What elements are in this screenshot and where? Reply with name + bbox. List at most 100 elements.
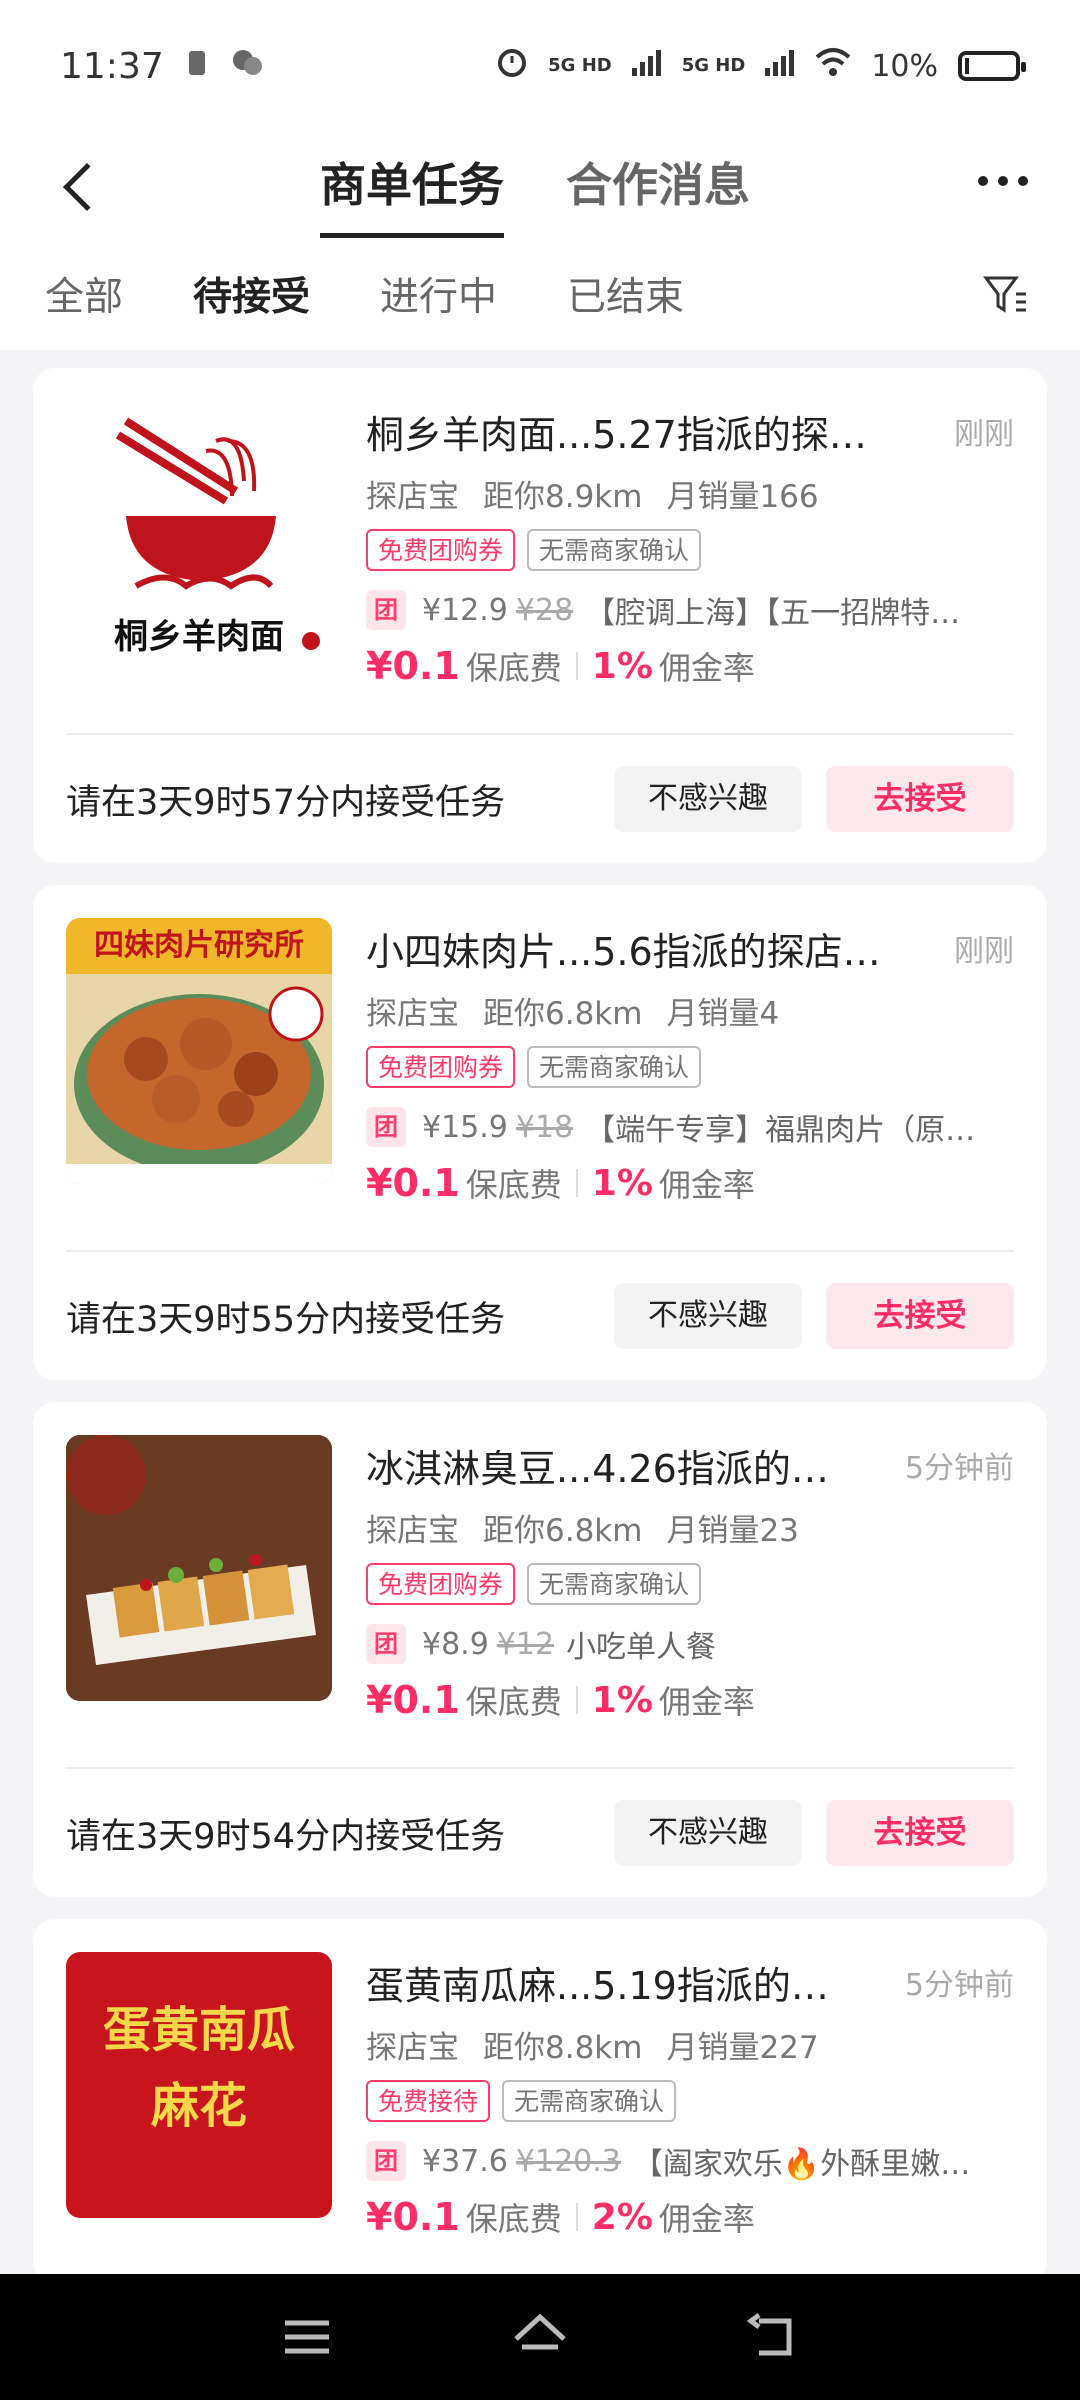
meat-bowl-image	[66, 974, 332, 1184]
source: 探店宝	[366, 1513, 459, 1549]
source: 探店宝	[366, 479, 459, 515]
group-buy-badge: 团	[366, 1624, 406, 1664]
monthly-sales: 月销量166	[666, 479, 819, 515]
store-thumbnail: 桐乡羊肉面	[66, 401, 332, 667]
original-price: ¥120.3	[515, 2143, 621, 2179]
posted-time: 5分钟前	[904, 1451, 1014, 1486]
original-price: ¥12	[496, 1626, 555, 1662]
commission-rate: 1%	[591, 645, 653, 687]
base-fee: ¥0.1	[366, 2195, 460, 2239]
thumb-label: 四妹肉片研究所	[66, 918, 332, 974]
task-card[interactable]: 冰淇淋臭豆...4.26指派的… 5分钟前 探店宝 距你6.8km 月销量23 …	[33, 1402, 1047, 1897]
commission-rate: 1%	[591, 1679, 653, 1721]
distance: 距你6.8km	[483, 996, 643, 1032]
base-fee: ¥0.1	[366, 1161, 460, 1205]
task-title: 蛋黄南瓜麻...5.19指派的…	[366, 1963, 829, 2008]
distance: 距你8.8km	[483, 2030, 643, 2066]
battery-small-icon	[186, 46, 208, 87]
tag-free-voucher: 免费团购券	[366, 529, 516, 571]
wechat-icon	[230, 46, 264, 87]
wifi-icon	[815, 47, 851, 85]
commission-label: 佣金率	[658, 2200, 755, 2238]
deal-price: ¥15.9	[422, 1109, 508, 1145]
distance: 距你6.8km	[483, 1513, 643, 1549]
monthly-sales: 月销量23	[666, 1513, 799, 1549]
original-price: ¥28	[515, 592, 574, 628]
task-card[interactable]: 桐乡羊肉面 桐乡羊肉面...5.27指派的探… 刚刚 探店宝 距你8.9km 月…	[33, 368, 1047, 863]
task-title: 冰淇淋臭豆...4.26指派的…	[366, 1446, 829, 1491]
accept-deadline: 请在3天9时57分内接受任务	[66, 782, 506, 823]
commission-label: 佣金率	[658, 1683, 755, 1721]
top-area: 11:37 5G HD 5G HD 10% 商单任务 合作消息 全部 待接受 进…	[0, 0, 1080, 350]
chevron-left-icon	[62, 162, 112, 212]
deal-price: ¥12.9	[422, 592, 508, 628]
more-button[interactable]	[978, 176, 1028, 186]
stinky-tofu-image	[66, 1435, 332, 1701]
task-list: 桐乡羊肉面 桐乡羊肉面...5.27指派的探… 刚刚 探店宝 距你8.9km 月…	[0, 350, 1080, 2284]
tab-business-tasks[interactable]: 商单任务	[320, 132, 504, 238]
thumb-label: 蛋黄南瓜麻花	[102, 2002, 295, 2134]
accept-button[interactable]: 去接受	[826, 766, 1014, 832]
task-title: 桐乡羊肉面...5.27指派的探…	[366, 412, 867, 457]
tag-no-confirm: 无需商家确认	[527, 1563, 702, 1605]
menu-icon[interactable]	[277, 2307, 337, 2367]
main-tabs: 商单任务 合作消息	[320, 132, 750, 238]
tag-no-confirm: 无需商家确认	[527, 529, 702, 571]
tag-no-confirm: 无需商家确认	[502, 2080, 677, 2122]
battery-icon	[958, 51, 1026, 81]
base-fee-label: 保底费	[465, 1166, 562, 1204]
base-fee-label: 保底费	[465, 2200, 562, 2238]
group-buy-badge: 团	[366, 590, 406, 630]
not-interested-button[interactable]: 不感兴趣	[614, 1283, 802, 1349]
deal-description: 小吃单人餐	[566, 1630, 717, 1665]
task-card[interactable]: 蛋黄南瓜麻花 蛋黄南瓜麻...5.19指派的… 5分钟前 探店宝 距你8.8km…	[33, 1919, 1047, 2284]
filter-icon[interactable]	[982, 272, 1028, 318]
signal-bars-icon	[765, 49, 795, 84]
filter-tab-pending[interactable]: 待接受	[193, 266, 310, 322]
monthly-sales: 月销量227	[666, 2030, 819, 2066]
not-interested-button[interactable]: 不感兴趣	[614, 1800, 802, 1866]
filter-tab-in-progress[interactable]: 进行中	[380, 266, 497, 322]
store-thumbnail: 四妹肉片研究所	[66, 918, 332, 1184]
tab-cooperation-messages[interactable]: 合作消息	[566, 132, 750, 238]
store-thumbnail	[66, 1435, 332, 1701]
signal-bars-icon	[631, 49, 662, 84]
tag-free-reception: 免费接待	[366, 2080, 491, 2122]
distance: 距你8.9km	[483, 479, 643, 515]
tag-free-voucher: 免费团购券	[366, 1046, 516, 1088]
signal-2-label: 5G HD	[681, 55, 746, 76]
task-card[interactable]: 四妹肉片研究所 小四妹肉片...5.6指派的探店… 刚刚 探店宝 距你6.8km…	[33, 885, 1047, 1380]
alarm-icon	[496, 46, 528, 86]
accept-button[interactable]: 去接受	[826, 1283, 1014, 1349]
source: 探店宝	[366, 996, 459, 1032]
tag-free-voucher: 免费团购券	[366, 1563, 516, 1605]
system-nav-bar	[0, 2274, 1080, 2400]
filter-tab-ended[interactable]: 已结束	[567, 266, 684, 322]
filter-tab-all[interactable]: 全部	[45, 266, 123, 322]
signal-1-label: 5G HD	[548, 55, 612, 76]
posted-time: 刚刚	[954, 934, 1014, 969]
original-price: ¥18	[515, 1109, 574, 1145]
home-icon[interactable]	[510, 2307, 570, 2367]
commission-rate: 2%	[591, 2196, 653, 2238]
back-button[interactable]	[60, 162, 112, 212]
status-time: 11:37	[60, 45, 164, 87]
accept-button[interactable]: 去接受	[826, 1800, 1014, 1866]
thumb-label: 桐乡羊肉面	[114, 617, 284, 657]
deal-description: 【腔调上海】【五一招牌特…	[585, 596, 961, 631]
not-interested-button[interactable]: 不感兴趣	[614, 766, 802, 832]
header-bar: 商单任务 合作消息	[0, 132, 1080, 238]
battery-percent: 10%	[871, 48, 938, 84]
group-buy-badge: 团	[366, 2141, 406, 2181]
more-dots-icon	[978, 176, 988, 186]
task-title: 小四妹肉片...5.6指派的探店…	[366, 929, 881, 974]
group-buy-badge: 团	[366, 1107, 406, 1147]
deal-description: 【阖家欢乐🔥外酥里嫩…	[632, 2147, 971, 2182]
deal-price: ¥8.9	[422, 1626, 489, 1662]
base-fee: ¥0.1	[366, 1678, 460, 1722]
back-nav-icon[interactable]	[743, 2307, 803, 2367]
deal-description: 【端午专享】福鼎肉片（原…	[585, 1113, 976, 1148]
commission-rate: 1%	[591, 1162, 653, 1204]
source: 探店宝	[366, 2030, 459, 2066]
base-fee-label: 保底费	[465, 1683, 562, 1721]
